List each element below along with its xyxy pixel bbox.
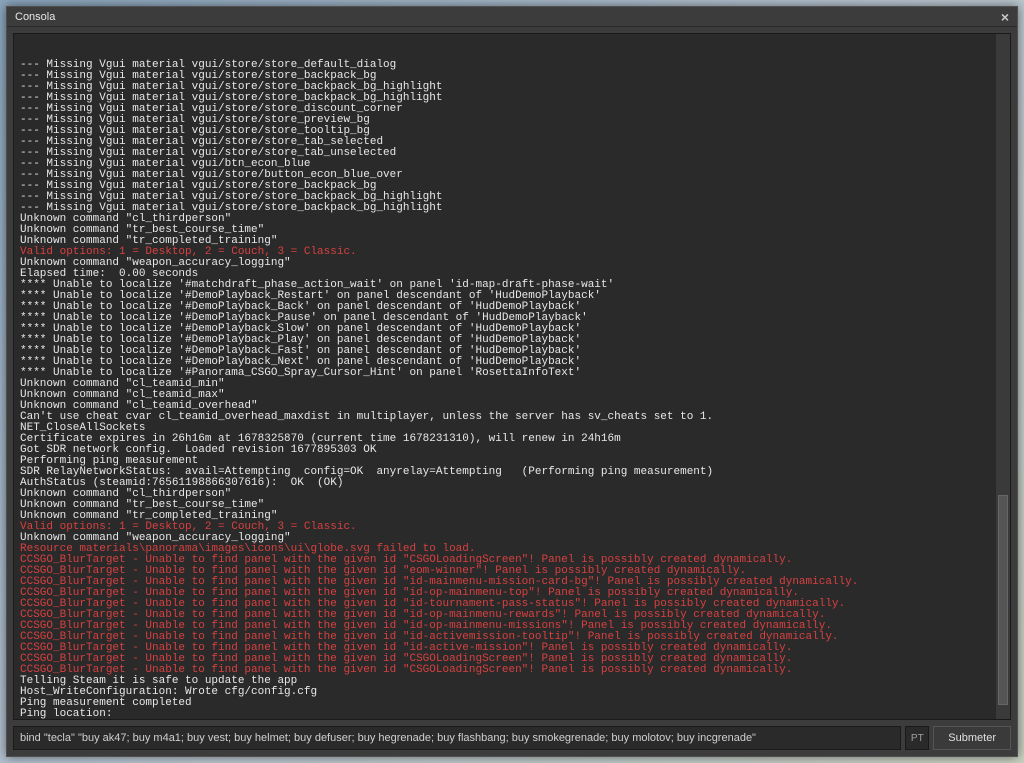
console-window: Consola × --- Missing Vgui material vgui… bbox=[6, 6, 1018, 757]
log-line: Can't use cheat cvar cl_teamid_overhead_… bbox=[20, 412, 1004, 423]
console-input[interactable] bbox=[13, 726, 901, 750]
window-title: Consola bbox=[11, 11, 55, 23]
submit-button[interactable]: Submeter bbox=[933, 726, 1011, 750]
close-icon[interactable]: × bbox=[997, 9, 1013, 25]
language-indicator[interactable]: PT bbox=[905, 726, 929, 750]
console-body: --- Missing Vgui material vgui/store/sto… bbox=[7, 27, 1017, 756]
input-row: PT Submeter bbox=[13, 726, 1011, 750]
scrollbar[interactable] bbox=[996, 34, 1010, 719]
scrollbar-thumb[interactable] bbox=[998, 495, 1008, 705]
titlebar[interactable]: Consola × bbox=[7, 7, 1017, 27]
desktop-background: Consola × --- Missing Vgui material vgui… bbox=[0, 0, 1024, 763]
console-output[interactable]: --- Missing Vgui material vgui/store/sto… bbox=[13, 33, 1011, 720]
log-line: Ping measurement completed bbox=[20, 698, 1004, 709]
